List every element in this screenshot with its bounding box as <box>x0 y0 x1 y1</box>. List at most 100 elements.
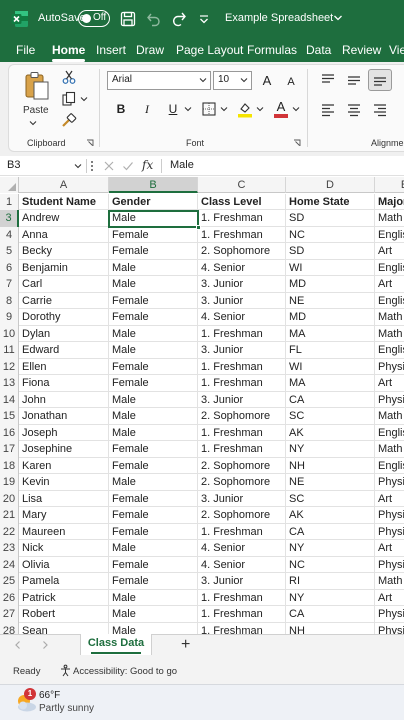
autosave-toggle[interactable]: Off <box>78 10 110 27</box>
fill-color-icon[interactable] <box>237 100 253 118</box>
table-cell[interactable]: 3. Junior <box>198 573 286 590</box>
table-cell[interactable]: Female <box>109 457 198 474</box>
tab-formulas[interactable]: Formulas <box>247 43 297 57</box>
cancel-icon[interactable] <box>103 160 115 172</box>
font-size-select[interactable]: 10 <box>213 71 252 90</box>
table-cell[interactable]: Physics <box>375 606 404 623</box>
row-header[interactable]: 4 <box>0 226 19 243</box>
table-cell[interactable]: Physics <box>375 623 404 635</box>
align-right-icon[interactable] <box>372 103 388 117</box>
paste-chevron-icon[interactable] <box>29 119 37 127</box>
font-color-button[interactable]: A <box>273 99 289 119</box>
table-cell[interactable]: 2. Sophomore <box>198 474 286 491</box>
align-left-icon[interactable] <box>320 103 336 117</box>
borders-icon[interactable] <box>201 101 217 117</box>
table-cell[interactable]: Olivia <box>19 556 109 573</box>
table-cell[interactable]: Male <box>109 589 198 606</box>
table-cell[interactable]: English <box>375 425 404 442</box>
row-header[interactable]: 22 <box>0 523 19 540</box>
row-header[interactable]: 9 <box>0 309 19 326</box>
table-cell[interactable]: Male <box>109 622 198 634</box>
table-cell[interactable]: CA <box>286 391 375 408</box>
row-header[interactable]: 10 <box>0 325 19 342</box>
fill-color-chevron-icon[interactable] <box>256 105 264 113</box>
column-header-a[interactable]: A <box>19 177 109 193</box>
underline-button[interactable]: U <box>165 101 181 117</box>
row-header[interactable]: 12 <box>0 358 19 375</box>
table-cell[interactable]: Ellen <box>19 358 109 375</box>
table-cell[interactable]: Male <box>109 259 198 276</box>
table-cell[interactable]: NE <box>286 474 375 491</box>
table-cell[interactable]: AK <box>286 424 375 441</box>
table-cell[interactable]: FL <box>286 342 375 359</box>
table-cell[interactable]: Mary <box>19 507 109 524</box>
paste-button[interactable]: Paste <box>23 105 49 116</box>
row-header[interactable]: 18 <box>0 457 19 474</box>
table-cell[interactable]: Male <box>109 474 198 491</box>
italic-button[interactable]: I <box>139 101 155 117</box>
row-header[interactable]: 20 <box>0 490 19 507</box>
table-cell[interactable]: 1. Freshman <box>198 210 286 227</box>
table-cell[interactable]: Edward <box>19 342 109 359</box>
align-center-icon[interactable] <box>346 103 362 117</box>
table-cell[interactable]: 4. Senior <box>198 540 286 557</box>
copy-chevron-icon[interactable] <box>80 95 88 103</box>
row-header[interactable]: 21 <box>0 507 19 524</box>
row-header[interactable]: 27 <box>0 606 19 623</box>
row-header[interactable]: 14 <box>0 391 19 408</box>
accessibility-status[interactable]: Accessibility: Good to go <box>73 666 177 677</box>
table-cell[interactable]: Art <box>375 491 404 508</box>
table-cell[interactable]: NH <box>286 622 375 634</box>
borders-chevron-icon[interactable] <box>220 105 228 113</box>
table-cell[interactable]: 1. Freshman <box>198 375 286 392</box>
select-all-button[interactable] <box>0 177 19 193</box>
table-cell[interactable]: 1. Freshman <box>198 606 286 623</box>
tab-insert[interactable]: Insert <box>96 43 126 57</box>
table-cell[interactable]: 1. Freshman <box>198 358 286 375</box>
table-cell[interactable]: Carrie <box>19 292 109 309</box>
table-cell[interactable]: Male <box>109 424 198 441</box>
row-header[interactable]: 1 <box>0 193 19 210</box>
row-header[interactable]: 3 <box>0 210 19 227</box>
table-cell[interactable]: RI <box>286 573 375 590</box>
row-header[interactable]: 11 <box>0 342 19 359</box>
table-cell[interactable]: SC <box>286 490 375 507</box>
row-header[interactable]: 24 <box>0 556 19 573</box>
table-cell[interactable]: WI <box>286 358 375 375</box>
table-cell[interactable]: Art <box>375 243 404 260</box>
table-cell[interactable]: 1. Freshman <box>198 622 286 634</box>
row-header[interactable]: 15 <box>0 408 19 425</box>
table-cell[interactable]: Physics <box>375 474 404 491</box>
table-cell[interactable]: 3. Junior <box>198 276 286 293</box>
table-cell[interactable]: Physics <box>375 359 404 376</box>
table-cell[interactable]: 1. Freshman <box>198 325 286 342</box>
chevron-down-icon[interactable] <box>333 13 343 23</box>
document-title[interactable]: Example Spreadsheet <box>225 12 333 24</box>
table-cell[interactable]: English <box>375 260 404 277</box>
tab-review[interactable]: Review <box>342 43 381 57</box>
row-header[interactable]: 17 <box>0 441 19 458</box>
table-cell[interactable]: Female <box>109 358 198 375</box>
column-title-cell[interactable]: Class Level <box>198 193 286 210</box>
table-cell[interactable]: 2. Sophomore <box>198 507 286 524</box>
table-cell[interactable]: Art <box>375 590 404 607</box>
table-cell[interactable]: John <box>19 391 109 408</box>
tab-home[interactable]: Home <box>52 43 86 62</box>
accessibility-icon[interactable] <box>59 664 72 677</box>
table-cell[interactable]: Fiona <box>19 375 109 392</box>
table-cell[interactable]: Female <box>109 243 198 260</box>
table-cell[interactable]: NE <box>286 292 375 309</box>
table-cell[interactable]: Male <box>109 408 198 425</box>
table-cell[interactable]: NC <box>286 226 375 243</box>
column-header-b[interactable]: B <box>109 177 198 193</box>
table-cell[interactable]: NY <box>286 441 375 458</box>
customize-toolbar-icon[interactable] <box>195 10 213 28</box>
enter-icon[interactable] <box>122 160 134 172</box>
table-cell[interactable]: 3. Junior <box>198 391 286 408</box>
table-cell[interactable]: Karen <box>19 457 109 474</box>
table-cell[interactable]: SD <box>286 210 375 227</box>
table-cell[interactable]: 1. Freshman <box>198 226 286 243</box>
column-header-c[interactable]: C <box>198 177 286 193</box>
column-header-d[interactable]: D <box>286 177 375 193</box>
table-cell[interactable]: Joseph <box>19 424 109 441</box>
